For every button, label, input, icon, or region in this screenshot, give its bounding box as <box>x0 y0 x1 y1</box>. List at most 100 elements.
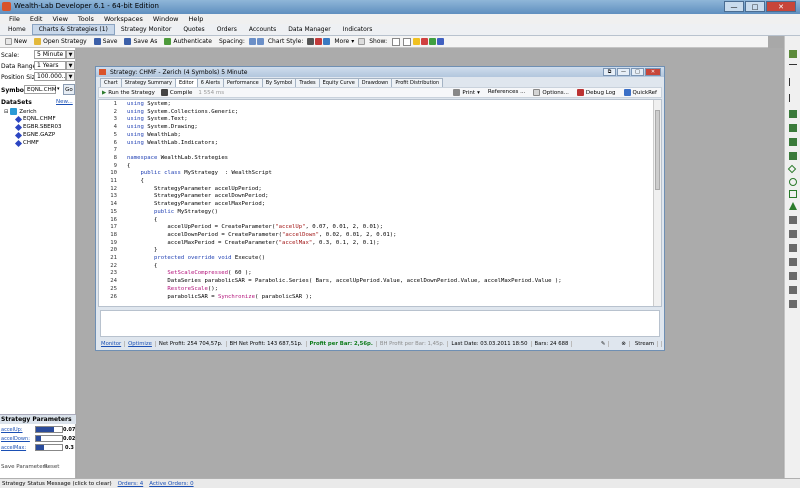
code-line[interactable]: 23 SetScaleCompressed( 60 ); <box>99 270 649 278</box>
code-line[interactable]: 21 protected override void Execute() <box>99 255 649 263</box>
code-line[interactable]: 19 accelMaxPeriod = CreateParameter("acc… <box>99 240 649 248</box>
code-line[interactable]: 3 using System.Text; <box>99 116 649 124</box>
chevron-down-icon[interactable]: ▼ <box>66 72 75 81</box>
collapse-icon[interactable]: ⊟ <box>4 109 8 115</box>
tab-trades[interactable]: Trades <box>295 78 320 87</box>
trendline-icon[interactable] <box>789 152 797 160</box>
code-line[interactable]: 24 DataSeries parabolicSAR = Parabolic.S… <box>99 278 649 286</box>
show-icon[interactable] <box>413 38 421 45</box>
nav-accounts[interactable]: Accounts <box>243 26 282 33</box>
trendline-icon[interactable] <box>789 138 797 146</box>
code-line[interactable]: 4 using System.Drawing; <box>99 124 649 132</box>
print-button[interactable]: Print ▾ <box>453 89 480 96</box>
nav-orders[interactable]: Orders <box>211 26 243 33</box>
code-line[interactable]: 7 <box>99 147 649 155</box>
active-orders-link[interactable]: Active Orders: 0 <box>149 481 193 487</box>
code-line[interactable]: 15 public MyStrategy() <box>99 209 649 217</box>
tab-drawdown[interactable]: Drawdown <box>357 78 393 87</box>
close-button[interactable]: ✕ <box>766 1 796 12</box>
run-strategy-button[interactable]: ▶ Run the Strategy <box>102 90 155 96</box>
code-line[interactable]: 9{ <box>99 163 649 171</box>
minimize-button[interactable]: — <box>724 1 744 12</box>
maximize-button[interactable]: □ <box>745 1 765 12</box>
window-close-button[interactable]: ✕ <box>645 68 661 76</box>
code-line[interactable]: 8 namespace WealthLab.Strategies <box>99 155 649 163</box>
references-button[interactable]: References ... <box>488 89 526 96</box>
code-line[interactable]: 5 using WealthLab; <box>99 132 649 140</box>
reset-button[interactable]: Reset <box>44 464 59 470</box>
go-button[interactable]: Go <box>63 84 75 95</box>
code-editor[interactable]: 1 using System; 2 using System.Collections.… <box>98 99 662 307</box>
draw-tool-icon[interactable] <box>789 216 797 224</box>
authenticate-button[interactable]: Authenticate <box>161 38 215 45</box>
nav-home[interactable]: Home <box>2 26 32 33</box>
menu-workspaces[interactable]: Workspaces <box>99 14 148 24</box>
code-line[interactable]: 22 { <box>99 263 649 271</box>
new-dataset-link[interactable]: New... <box>56 99 73 105</box>
output-pane[interactable] <box>100 310 660 337</box>
cursor-icon[interactable] <box>789 50 797 58</box>
symbol-input[interactable]: EQNL.CHM <box>24 85 56 94</box>
code-line[interactable]: 2 using System.Collections.Generic; <box>99 109 649 117</box>
triangle-icon[interactable] <box>789 202 797 210</box>
draw-tool-icon[interactable] <box>789 244 797 252</box>
scale-select[interactable]: 5 Minute <box>34 50 66 59</box>
code-line[interactable]: 26 parabolicSAR = Synchronize( parabolic… <box>99 294 649 302</box>
tab-strategy-summary[interactable]: Strategy Summary <box>120 78 176 87</box>
tab-by-symbol[interactable]: By Symbol <box>261 78 297 87</box>
vertical-line-icon[interactable] <box>789 94 790 102</box>
save-button[interactable]: Save <box>91 38 121 45</box>
menu-window[interactable]: Window <box>148 14 184 24</box>
menu-file[interactable]: File <box>4 14 25 24</box>
vertical-line-icon[interactable] <box>789 78 790 86</box>
optimize-link[interactable]: Optimize <box>125 341 156 347</box>
diamond-icon[interactable] <box>787 164 797 174</box>
tab-profit-distribution[interactable]: Profit Distribution <box>391 78 444 87</box>
menu-tools[interactable]: Tools <box>73 14 99 24</box>
nav-indicators[interactable]: Indicators <box>337 26 379 33</box>
window-restore-icon[interactable]: ⧉ <box>603 68 616 76</box>
dataset-root[interactable]: ⊟ Zerich <box>4 108 37 115</box>
tab-performance[interactable]: Performance <box>223 78 263 87</box>
tab-equity-curve[interactable]: Equity Curve <box>318 78 359 87</box>
list-item[interactable]: EGBR.SBER03 <box>14 123 61 131</box>
pencil-icon[interactable]: ✎ <box>598 341 610 347</box>
code-line[interactable]: 20 } <box>99 247 649 255</box>
data-range-select[interactable]: 1 Years <box>34 61 66 70</box>
horizontal-line-icon[interactable] <box>789 64 797 65</box>
quickref-button[interactable]: QuickRef <box>623 89 657 96</box>
param-name[interactable]: accelDown: <box>1 436 30 442</box>
trendline-icon[interactable] <box>789 124 797 132</box>
open-strategy-button[interactable]: Open Strategy <box>31 38 90 45</box>
trendline-icon[interactable] <box>789 110 797 118</box>
menu-edit[interactable]: Edit <box>25 14 48 24</box>
tab-alerts[interactable]: 6 Alerts <box>196 78 225 87</box>
chart-style-icon[interactable] <box>323 38 331 45</box>
new-button[interactable]: New <box>2 38 30 45</box>
window-minimize-button[interactable]: — <box>617 68 630 76</box>
param-name[interactable]: accelMax: <box>1 445 26 451</box>
code-line[interactable]: 14 StrategyParameter accelMaxPeriod; <box>99 201 649 209</box>
chart-style-icon[interactable] <box>315 38 323 45</box>
code-line[interactable]: 1 using System; <box>99 101 649 109</box>
code-line[interactable]: 17 accelUpPeriod = CreateParameter("acce… <box>99 224 649 232</box>
debug-log-button[interactable]: Debug Log <box>576 89 616 96</box>
chart-style-icon[interactable] <box>307 38 315 45</box>
spacing-icon[interactable] <box>256 38 264 45</box>
code-line[interactable]: 12 StrategyParameter accelUpPeriod; <box>99 186 649 194</box>
param-slider[interactable] <box>35 435 63 442</box>
show-checkbox[interactable] <box>403 37 412 46</box>
draw-tool-icon[interactable] <box>789 272 797 280</box>
chevron-down-icon[interactable]: ▼ <box>66 61 75 70</box>
window-maximize-button[interactable]: □ <box>631 68 644 76</box>
menu-help[interactable]: Help <box>184 14 209 24</box>
param-name[interactable]: accelUp: <box>1 427 23 433</box>
streaming-button[interactable]: ⊗ Stream <box>615 341 662 347</box>
show-checkbox[interactable] <box>392 37 401 46</box>
code-line[interactable]: 16 { <box>99 217 649 225</box>
draw-tool-icon[interactable] <box>789 230 797 238</box>
draw-tool-icon[interactable] <box>789 258 797 266</box>
tab-chart[interactable]: Chart <box>100 78 122 87</box>
draw-tool-icon[interactable] <box>789 300 797 308</box>
menu-view[interactable]: View <box>47 14 72 24</box>
